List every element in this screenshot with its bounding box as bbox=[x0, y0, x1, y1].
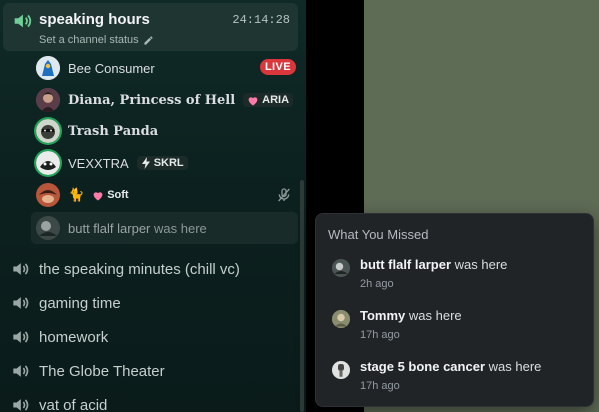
event-action: was here bbox=[454, 257, 508, 272]
speaker-icon bbox=[10, 395, 30, 412]
tag-label: ARIA bbox=[262, 94, 290, 106]
avatar bbox=[332, 361, 350, 379]
avatar bbox=[332, 259, 350, 277]
event-time: 17h ago bbox=[360, 329, 400, 341]
avatar bbox=[36, 119, 60, 143]
avatar bbox=[36, 56, 60, 80]
call-timer: 24:14:28 bbox=[232, 13, 290, 27]
channel-sidebar: speaking hours 24:14:28 Set a channel st… bbox=[0, 0, 306, 412]
voice-member[interactable]: Diana, Princess of Hell ARIA bbox=[36, 86, 296, 114]
speaker-icon bbox=[10, 361, 30, 381]
status-label: Set a channel status bbox=[39, 34, 139, 46]
avatar bbox=[36, 88, 60, 112]
heart-icon bbox=[92, 190, 104, 201]
event-time: 17h ago bbox=[360, 380, 400, 392]
voice-member[interactable]: 🐈 Soft bbox=[36, 181, 296, 209]
speaker-icon bbox=[10, 293, 30, 313]
event-text: Tommy was here bbox=[360, 308, 462, 323]
member-tag: ARIA bbox=[243, 93, 294, 107]
voice-member[interactable]: butt flalf larper was here bbox=[36, 214, 296, 242]
voice-channel[interactable]: vat of acid bbox=[10, 392, 107, 412]
voice-member[interactable]: Trash Panda bbox=[36, 117, 296, 145]
speaker-icon bbox=[10, 327, 30, 347]
visitor-name: butt flalf larper bbox=[68, 220, 151, 236]
muted-microphone-icon bbox=[276, 187, 292, 203]
channel-name: The Globe Theater bbox=[39, 362, 165, 380]
channel-name: vat of acid bbox=[39, 396, 108, 412]
event-text: stage 5 bone cancer was here bbox=[360, 359, 541, 374]
member-name: Bee Consumer bbox=[68, 60, 155, 76]
channel-name: gaming time bbox=[39, 294, 121, 312]
channel-name: homework bbox=[39, 328, 109, 346]
event-time: 2h ago bbox=[360, 278, 394, 290]
member-name: Diana, Princess of Hell bbox=[68, 92, 236, 108]
visitor-suffix: was here bbox=[154, 220, 207, 236]
scrollbar[interactable] bbox=[300, 180, 304, 412]
voice-member[interactable]: VEXXTRA SKRL bbox=[36, 149, 296, 177]
event-text: butt flalf larper was here bbox=[360, 257, 507, 272]
voice-channel[interactable]: the speaking minutes (chill vc) bbox=[10, 256, 240, 282]
member-name: 🐈 bbox=[68, 187, 85, 202]
member-tag: Soft bbox=[92, 189, 129, 201]
live-badge: LIVE bbox=[259, 59, 296, 75]
event-user: butt flalf larper bbox=[360, 257, 452, 272]
speaker-icon bbox=[11, 10, 33, 32]
member-name: VEXXTRA bbox=[68, 155, 129, 171]
active-voice-channel[interactable]: speaking hours 24:14:28 Set a channel st… bbox=[3, 3, 298, 51]
bolt-icon bbox=[141, 157, 151, 169]
member-name: Trash Panda bbox=[68, 123, 159, 139]
voice-member[interactable]: Bee Consumer LIVE bbox=[36, 54, 296, 82]
channel-name: speaking hours bbox=[39, 11, 150, 28]
avatar bbox=[36, 183, 60, 207]
voice-channel[interactable]: homework bbox=[10, 324, 108, 350]
heart-icon bbox=[247, 95, 259, 106]
member-name: butt flalf larper was here bbox=[68, 221, 207, 236]
voice-channel[interactable]: The Globe Theater bbox=[10, 358, 165, 384]
tag-label: SKRL bbox=[153, 157, 184, 169]
event-action: was here bbox=[488, 359, 542, 374]
voice-channel[interactable]: gaming time bbox=[10, 290, 121, 316]
event-user: stage 5 bone cancer bbox=[360, 359, 485, 374]
what-you-missed-popup: What You Missed butt flalf larper was he… bbox=[315, 213, 594, 407]
avatar bbox=[36, 216, 60, 240]
speaker-icon bbox=[10, 259, 30, 279]
channel-name: the speaking minutes (chill vc) bbox=[39, 260, 240, 278]
avatar bbox=[332, 310, 350, 328]
set-status-link[interactable]: Set a channel status bbox=[39, 34, 154, 46]
tag-label: Soft bbox=[107, 189, 129, 201]
event-action: was here bbox=[408, 308, 462, 323]
event-user: Tommy bbox=[360, 308, 406, 323]
popup-title: What You Missed bbox=[328, 227, 429, 242]
avatar bbox=[36, 151, 60, 175]
member-tag: SKRL bbox=[136, 156, 188, 170]
pencil-icon bbox=[143, 35, 154, 46]
